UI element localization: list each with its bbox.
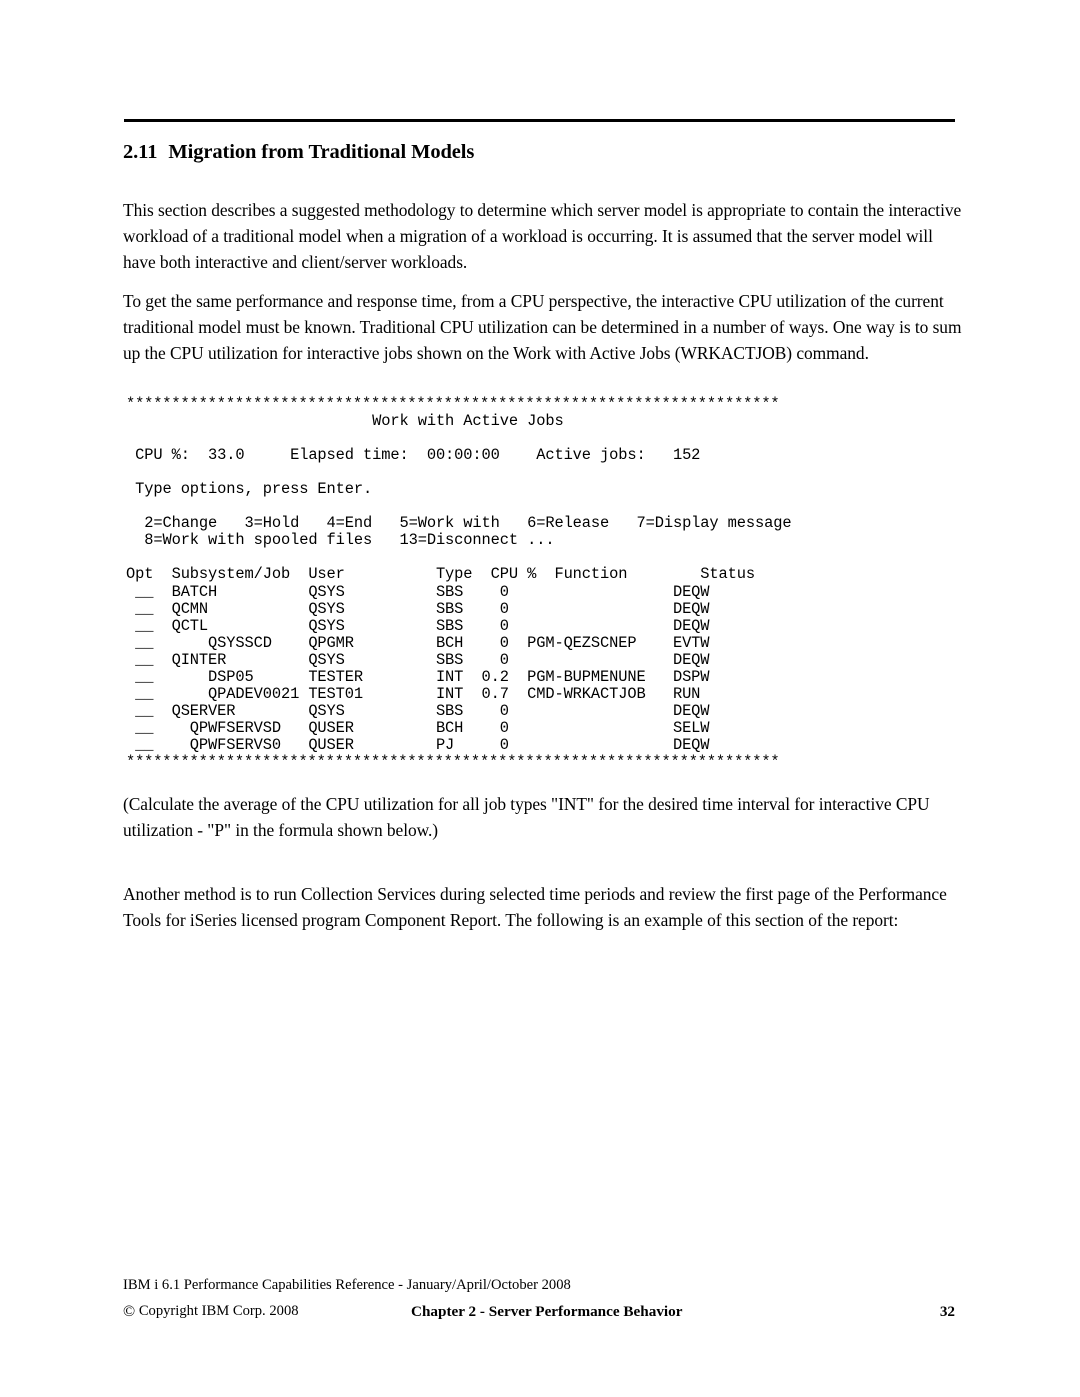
terminal-column-headers: Opt Subsystem/Job User Type CPU % Functi… xyxy=(126,565,755,584)
terminal-status-line: CPU %: 33.0 Elapsed time: 00:00:00 Activ… xyxy=(126,446,701,465)
terminal-rows: __ BATCH QSYS SBS 0 DEQW __ QCMN QSYS SB… xyxy=(135,582,710,754)
terminal-options-line-1: 2=Change 3=Hold 4=End 5=Work with 6=Rele… xyxy=(126,514,792,533)
page-title: 2.11 Migration from Traditional Models xyxy=(123,141,474,164)
terminal-top-separator: ****************************************… xyxy=(126,395,780,413)
footer-chapter: Chapter 2 - Server Performance Behavior xyxy=(411,1303,683,1320)
terminal-title: Work with Active Jobs xyxy=(126,412,564,431)
footer-page-number: 32 xyxy=(939,1303,955,1320)
heading-rule xyxy=(124,119,955,122)
paragraph-cpu-utilization: To get the same performance and response… xyxy=(123,291,962,364)
document-page: 2.11 Migration from Traditional Models Th… xyxy=(0,0,1080,1397)
copyright-icon: © xyxy=(123,1303,136,1320)
footer-reference: IBM i 6.1 Performance Capabilities Refer… xyxy=(123,1277,571,1293)
terminal-blank-4 xyxy=(126,549,791,566)
terminal-screen-wrkactjob: ****************************************… xyxy=(126,395,792,771)
section-number: 2.11 xyxy=(123,141,158,163)
terminal-prompt: Type options, press Enter. xyxy=(126,480,373,499)
section-title: Migration from Traditional Models xyxy=(168,141,475,163)
paragraph-calculate-note: (Calculate the average of the CPU utiliz… xyxy=(123,794,930,841)
footer-copyright: © Copyright IBM Corp. 2008 xyxy=(123,1303,299,1321)
footer-bottom-row: © Copyright IBM Corp. 2008 Chapter 2 - S… xyxy=(123,1303,955,1327)
terminal-bottom-separator: ****************************************… xyxy=(126,752,780,771)
terminal-blank-1 xyxy=(126,430,791,447)
paragraph-intro: This section describes a suggested metho… xyxy=(123,200,962,273)
paragraph-collection-services: Another method is to run Collection Serv… xyxy=(123,884,947,931)
terminal-blank-2 xyxy=(126,464,791,481)
footer-copyright-text: Copyright IBM Corp. 2008 xyxy=(138,1303,299,1319)
terminal-blank-3 xyxy=(126,498,791,515)
terminal-options-line-2: 8=Work with spooled files 13=Disconnect … xyxy=(126,531,555,550)
